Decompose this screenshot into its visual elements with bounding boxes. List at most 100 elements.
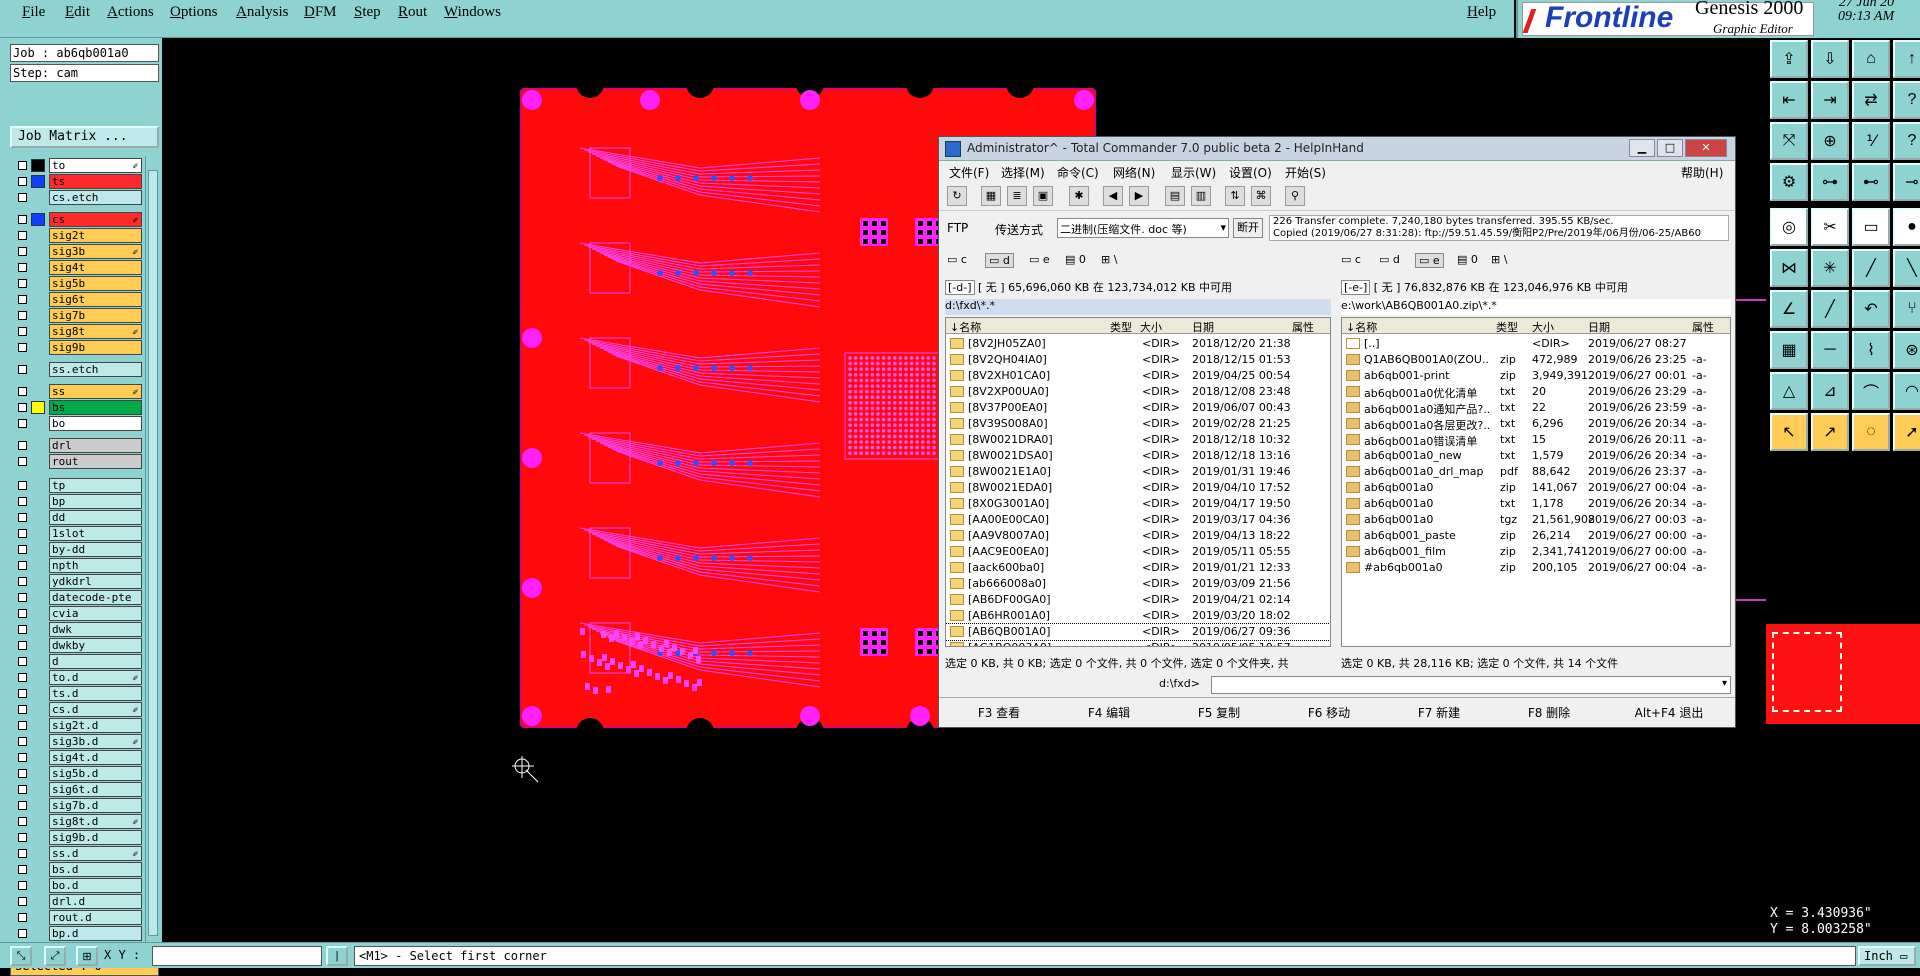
lasso-icon[interactable]: ◌ — [1852, 413, 1890, 451]
url-icon[interactable]: ⌘ — [1251, 186, 1271, 206]
layer-color-swatch[interactable] — [31, 543, 45, 556]
trace-icon[interactable]: ⌇ — [1852, 331, 1890, 369]
layer-checkbox[interactable] — [18, 593, 27, 602]
file-row[interactable]: ab6qb001_film zip 2,341,741 2019/06/27 00:0… — [1342, 544, 1730, 560]
star-icon[interactable]: ✳ — [1811, 249, 1849, 287]
layer-name[interactable]: sig7b.d — [49, 798, 142, 813]
layer-row-tp[interactable]: tp — [14, 478, 142, 493]
graph-icon[interactable]: ⋈ — [1770, 249, 1808, 287]
layer-name[interactable]: cs.etch — [49, 190, 142, 205]
col-type[interactable]: 类型 — [1496, 319, 1518, 335]
menu-step[interactable]: Step — [354, 4, 381, 21]
layer-color-swatch[interactable] — [31, 575, 45, 588]
tc-menu-start[interactable]: 开始(S) — [1285, 164, 1326, 181]
layer-checkbox[interactable] — [18, 929, 27, 938]
separator-icon[interactable]: | — [326, 946, 348, 966]
layer-checkbox[interactable] — [18, 311, 27, 320]
f5-copy-button[interactable]: F5 复制 — [1179, 704, 1259, 721]
layer-color-swatch[interactable] — [31, 191, 45, 204]
layer-row-sig7b[interactable]: sig7b — [14, 308, 142, 323]
layer-color-swatch[interactable] — [31, 479, 45, 492]
pointer-icon[interactable]: ↖ — [1770, 413, 1808, 451]
layer-color-swatch[interactable] — [31, 309, 45, 322]
layer-checkbox[interactable] — [18, 365, 27, 374]
network-drive[interactable]: ⊞ \ — [1101, 253, 1117, 266]
layer-color-swatch[interactable] — [31, 623, 45, 636]
invert-select-icon[interactable]: ✱ — [1069, 186, 1089, 206]
drive-0[interactable]: ▤ 0 — [1457, 253, 1478, 266]
layer-checkbox[interactable] — [18, 897, 27, 906]
menu-file[interactable]: File — [22, 4, 45, 21]
layer-color-swatch[interactable] — [31, 417, 45, 430]
layer-row-datecode-pte[interactable]: datecode-pte — [14, 590, 142, 605]
layer-checkbox[interactable] — [18, 753, 27, 762]
layer-name[interactable]: sig2t — [49, 228, 142, 243]
file-row[interactable]: [..] <DIR> 2019/06/27 08:27 — [1342, 336, 1730, 352]
layer-checkbox[interactable] — [18, 833, 27, 842]
layer-row-sig7b-d[interactable]: sig7b.d — [14, 798, 142, 813]
layer-checkbox[interactable] — [18, 263, 27, 272]
layer-name[interactable]: sig4t — [49, 260, 142, 275]
ruler-icon[interactable]: ▭ — [1852, 208, 1890, 246]
forward-icon[interactable]: ▶ — [1129, 186, 1149, 206]
xy-input[interactable] — [152, 946, 322, 966]
layer-color-swatch[interactable] — [31, 719, 45, 732]
layer-row-cvia[interactable]: cvia — [14, 606, 142, 621]
file-row[interactable]: ab6qb001-print zip 3,949,391 2019/06/27 00:… — [1342, 368, 1730, 384]
layer-checkbox[interactable] — [18, 529, 27, 538]
layer-color-swatch[interactable] — [31, 559, 45, 572]
back-icon[interactable]: ◀ — [1103, 186, 1123, 206]
layer-name[interactable]: ydkdrl — [49, 574, 142, 589]
menu-rout[interactable]: Rout — [398, 4, 427, 21]
tc-menu-view[interactable]: 显示(W) — [1171, 164, 1216, 181]
layer-name[interactable]: sig7b — [49, 308, 142, 323]
layer-checkbox[interactable] — [18, 609, 27, 618]
layer-checkbox[interactable] — [18, 279, 27, 288]
layer-color-swatch[interactable] — [31, 911, 45, 924]
net2-icon[interactable]: ⊸ — [1893, 163, 1920, 201]
layer-name[interactable]: ts.d — [49, 686, 142, 701]
left-file-panel[interactable]: ↓名称 类型 大小 日期 属性 [8V2JH05ZA0] <DIR> 2018/12… — [945, 317, 1331, 647]
layer-name[interactable]: bp.d — [49, 926, 142, 941]
altf4-exit-button[interactable]: Alt+F4 退出 — [1619, 704, 1719, 721]
layer-row-1slot[interactable]: 1slot — [14, 526, 142, 541]
menu-options[interactable]: Options — [170, 4, 218, 21]
layer-checkbox[interactable] — [18, 657, 27, 666]
layer-row-ss[interactable]: ss ✐ — [14, 384, 142, 399]
layer-name[interactable]: ss.d ✐ — [49, 846, 142, 861]
layer-name[interactable]: ss ✐ — [49, 384, 142, 399]
layer-color-swatch[interactable] — [31, 175, 45, 188]
open-icon[interactable]: ⇪ — [1770, 40, 1808, 78]
tc-menu-help[interactable]: 帮助(H) — [1681, 164, 1723, 181]
left-icon[interactable]: ⇤ — [1770, 81, 1808, 119]
file-row[interactable]: [8V2QH04IA0] <DIR> 2018/12/15 01:53 — [946, 352, 1330, 368]
layer-checkbox[interactable] — [18, 737, 27, 746]
layer-checkbox[interactable] — [18, 193, 27, 202]
line-icon[interactable]: ╱ — [1852, 249, 1890, 287]
layer-color-swatch[interactable] — [31, 527, 45, 540]
save-icon[interactable]: ⇩ — [1811, 40, 1849, 78]
layer-checkbox[interactable] — [18, 641, 27, 650]
layer-row-bo[interactable]: bo — [14, 416, 142, 431]
zoom-box-icon[interactable]: ⤡ — [10, 946, 32, 966]
help-icon[interactable]: ? — [1893, 81, 1920, 119]
layer-color-swatch[interactable] — [31, 401, 45, 414]
layer-row-by-dd[interactable]: by-dd — [14, 542, 142, 557]
layer-color-swatch[interactable] — [31, 895, 45, 908]
layer-checkbox[interactable] — [18, 769, 27, 778]
up-icon[interactable]: ↑ — [1893, 40, 1920, 78]
layer-name[interactable]: cvia — [49, 606, 142, 621]
layer-color-swatch[interactable] — [31, 863, 45, 876]
layer-color-swatch[interactable] — [31, 671, 45, 684]
layer-checkbox[interactable] — [18, 705, 27, 714]
pan-icon[interactable]: ⤢ — [44, 946, 66, 966]
layer-row-drl[interactable]: drl — [14, 438, 142, 453]
layer-name[interactable]: sig6t — [49, 292, 142, 307]
drive-d[interactable]: ▭ d — [1379, 253, 1400, 266]
layer-name[interactable]: bo.d — [49, 878, 142, 893]
layer-row-sig8t-d[interactable]: sig8t.d ✐ — [14, 814, 142, 829]
gear-icon[interactable]: ⚙ — [1770, 163, 1808, 201]
layer-color-swatch[interactable] — [31, 591, 45, 604]
layer-color-swatch[interactable] — [31, 277, 45, 290]
layer-color-swatch[interactable] — [31, 229, 45, 242]
